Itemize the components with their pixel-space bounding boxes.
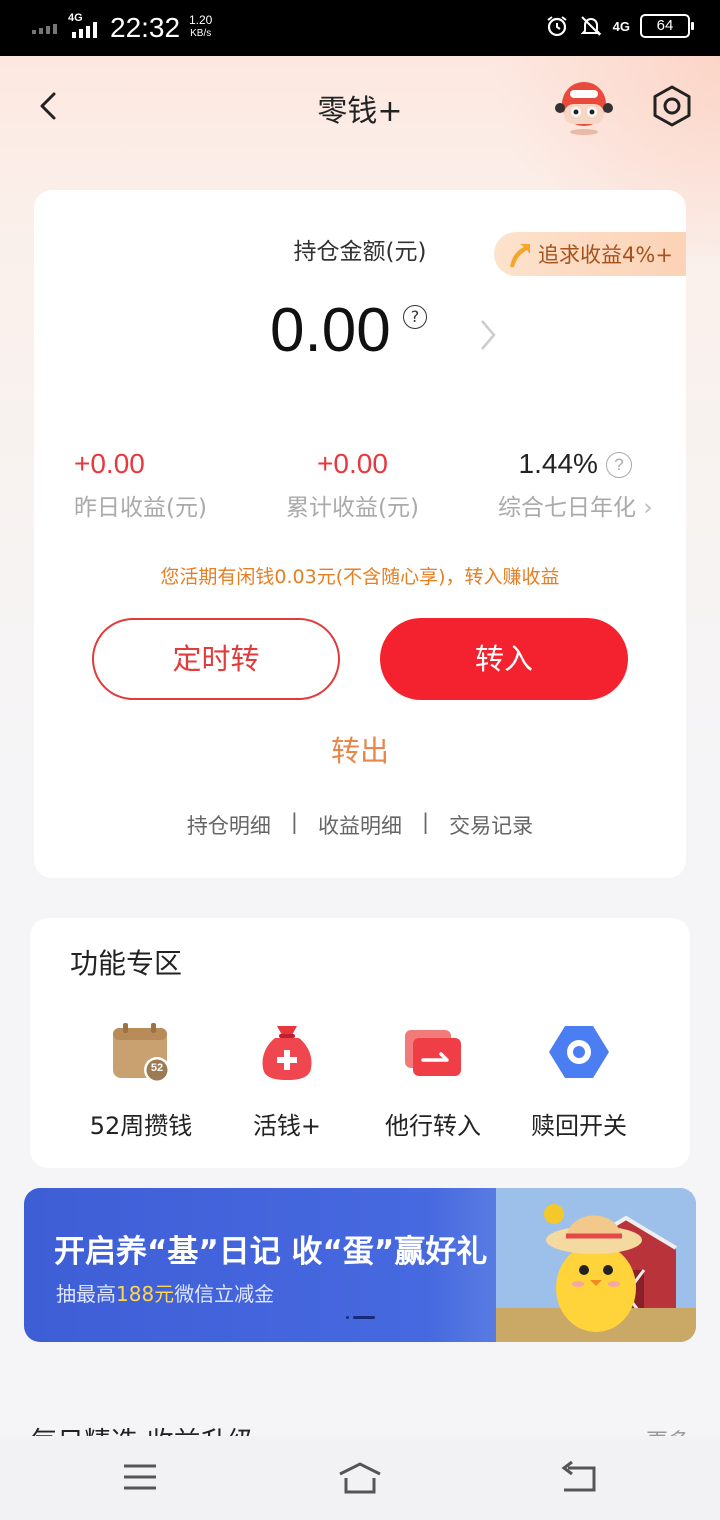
- transaction-record-link[interactable]: 交易记录: [449, 810, 533, 840]
- battery-icon: 64: [640, 14, 694, 38]
- calendar-badge: 52: [150, 1062, 164, 1074]
- detail-links: 持仓明细 | 收益明细 | 交易记录: [34, 810, 686, 840]
- holdings-detail-link[interactable]: 持仓明细: [187, 810, 271, 840]
- home-button[interactable]: [336, 1460, 384, 1500]
- status-bar: 4G 22:32 1.20 KB/s 4G 64: [0, 0, 720, 56]
- return-icon: [561, 1460, 596, 1492]
- banner-title: 开启养“基”日记 收“蛋”赢好礼: [54, 1234, 488, 1270]
- function-label: 活钱+: [252, 1112, 322, 1140]
- amount-help-icon[interactable]: ?: [403, 305, 427, 329]
- transfer-in-button[interactable]: 转入: [380, 618, 628, 700]
- function-label: 他行转入: [385, 1112, 481, 1140]
- signal-sim1-icon: [32, 24, 57, 34]
- yesterday-earnings-label: 昨日收益(元): [74, 495, 207, 521]
- settings-button[interactable]: [648, 82, 696, 130]
- top-navigation: 零钱+: [0, 56, 720, 156]
- chick-mascot-illustration: [544, 1204, 642, 1332]
- function-label: 52周攒钱: [89, 1112, 193, 1140]
- mascot-avatar-icon[interactable]: [552, 74, 616, 138]
- transfer-out-button[interactable]: 转出: [34, 728, 686, 770]
- idle-money-tip[interactable]: 您活期有闲钱0.03元(不含随心享)，转入赚收益: [34, 562, 686, 589]
- alarm-icon: [547, 16, 567, 37]
- yesterday-earnings-value: +0.00: [74, 448, 145, 479]
- banner-highlight: 188元: [116, 1282, 175, 1306]
- menu-button[interactable]: [122, 1460, 158, 1498]
- function-redeem-switch[interactable]: 赎回开关: [504, 1020, 654, 1141]
- card-transfer-icon: [401, 1020, 465, 1084]
- chevron-right-small-icon: ›: [643, 495, 653, 521]
- settings-hexagon-icon: [653, 85, 691, 127]
- signal-sim2-icon: [72, 22, 97, 38]
- function-active-money[interactable]: 活钱+: [212, 1020, 362, 1141]
- yield-promo-text: 追求收益4%+: [538, 243, 673, 267]
- network-speed-unit: KB/s: [190, 28, 212, 39]
- clock: 22:32: [110, 12, 181, 43]
- stat-seven-day[interactable]: 1.44%? 综合七日年化 ›: [498, 448, 653, 522]
- holding-card: 持仓金额(元) 追求收益4%+ 0.00 ? +0.00 昨日收益(元) +0.…: [34, 190, 686, 878]
- chevron-right-icon[interactable]: [476, 318, 500, 352]
- function-area-title: 功能专区: [70, 947, 183, 980]
- earnings-detail-link[interactable]: 收益明细: [318, 810, 402, 840]
- home-icon: [339, 1462, 381, 1494]
- status-icons: 4G 64: [545, 14, 694, 38]
- holding-amount[interactable]: 0.00: [270, 295, 391, 366]
- yield-promo-tag[interactable]: 追求收益4%+: [494, 232, 686, 276]
- sim2-network: 4G: [612, 18, 630, 34]
- scheduled-transfer-button[interactable]: 定时转: [92, 618, 340, 700]
- promo-banner[interactable]: 开启养“基”日记 收“蛋”赢好礼 抽最高188元微信立减金: [24, 1188, 696, 1342]
- function-area-card: 功能专区 52 52周攒钱 活钱+ 他行转入 赎回开关: [30, 918, 690, 1168]
- banner-subtitle: 抽最高188元微信立减金: [56, 1282, 275, 1306]
- menu-icon: [124, 1464, 156, 1490]
- link-separator: |: [422, 810, 430, 834]
- function-52-week-saving[interactable]: 52 52周攒钱: [66, 1020, 216, 1141]
- cumulative-earnings-value: +0.00: [317, 448, 388, 479]
- network-speed: 1.20 KB/s: [189, 14, 212, 40]
- back-system-button[interactable]: [560, 1460, 598, 1498]
- system-navigation-bar: [0, 1436, 720, 1520]
- network-speed-value: 1.20: [189, 13, 213, 27]
- mute-icon: [580, 16, 602, 36]
- function-label: 赎回开关: [531, 1112, 627, 1140]
- stat-cumulative[interactable]: +0.00 累计收益(元): [286, 448, 419, 522]
- banner-pagination: [346, 1316, 375, 1319]
- seven-day-yield-value: 1.44%: [518, 448, 598, 479]
- calendar-52-icon: 52: [109, 1020, 173, 1084]
- yield-help-icon[interactable]: ?: [605, 452, 632, 478]
- stat-yesterday[interactable]: +0.00 昨日收益(元): [74, 448, 207, 522]
- cumulative-earnings-label: 累计收益(元): [286, 495, 419, 521]
- seven-day-yield-label: 综合七日年化 ›: [498, 495, 653, 521]
- link-separator: |: [290, 810, 298, 834]
- hexagon-toggle-icon: [547, 1020, 611, 1084]
- function-other-bank-transfer[interactable]: 他行转入: [358, 1020, 508, 1141]
- money-bag-plus-icon: [255, 1020, 319, 1084]
- rising-arrow-icon: [510, 244, 530, 267]
